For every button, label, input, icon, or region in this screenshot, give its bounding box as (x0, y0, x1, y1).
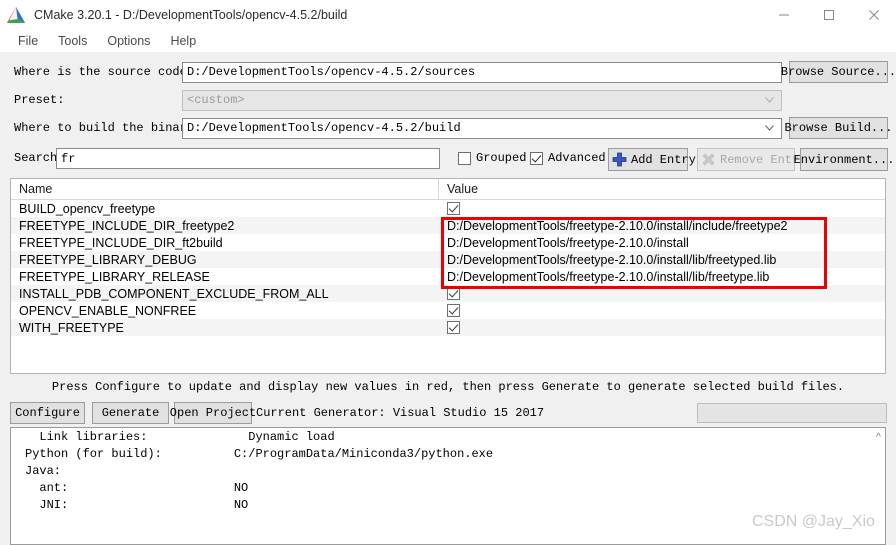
environment-button[interactable]: Environment... (794, 148, 894, 171)
add-entry-button[interactable]: Add Entry (608, 148, 696, 171)
value-checkbox[interactable] (447, 304, 460, 317)
preset-label: Preset: (14, 93, 65, 107)
cell-name: WITH_FREETYPE (19, 320, 124, 335)
action-bar: Configure Generate Open Project Current … (0, 402, 896, 424)
search-input[interactable]: fr (56, 148, 440, 169)
preset-row: Preset: <custom> (0, 88, 896, 112)
window-title: CMake 3.20.1 - D:/DevelopmentTools/openc… (34, 8, 348, 22)
build-value: D:/DevelopmentTools/opencv-4.5.2/build (187, 121, 461, 135)
cell-name: INSTALL_PDB_COMPONENT_EXCLUDE_FROM_ALL (19, 286, 329, 301)
cell-name: FREETYPE_LIBRARY_RELEASE (19, 269, 210, 284)
table-row[interactable]: OPENCV_ENABLE_NONFREE (11, 302, 885, 319)
maximize-icon[interactable] (806, 0, 851, 30)
remove-x-icon (701, 152, 716, 167)
table-row[interactable]: FREETYPE_LIBRARY_RELEASE D:/DevelopmentT… (11, 268, 885, 285)
log-content: Link libraries: Dynamic load Python (for… (11, 428, 885, 514)
open-project-button[interactable]: Open Project (170, 402, 256, 424)
cell-value[interactable] (438, 287, 885, 300)
checkbox-box (530, 151, 543, 165)
menu-item-options[interactable]: Options (97, 32, 160, 50)
generate-button[interactable]: Generate (92, 402, 169, 424)
cell-value[interactable]: D:/DevelopmentTools/freetype-2.10.0/inst… (438, 253, 885, 267)
cell-name: FREETYPE_LIBRARY_DEBUG (19, 252, 197, 267)
remove-entry-button: Remove Entry (697, 148, 806, 171)
grouped-label: Grouped (476, 151, 527, 165)
table-row[interactable]: INSTALL_PDB_COMPONENT_EXCLUDE_FROM_ALL (11, 285, 885, 302)
column-header-value[interactable]: Value (438, 179, 885, 200)
cell-value[interactable]: D:/DevelopmentTools/freetype-2.10.0/inst… (438, 270, 885, 284)
value-checkbox[interactable] (447, 321, 460, 334)
progress-bar (697, 403, 887, 423)
log-line: Python (for build): C:/ProgramData/Minic… (25, 447, 494, 461)
table-row[interactable]: BUILD_opencv_freetype (11, 200, 885, 217)
cell-value[interactable] (438, 304, 885, 317)
cell-name: FREETYPE_INCLUDE_DIR_ft2build (19, 235, 223, 250)
table-header: Name Value (11, 179, 885, 200)
build-row: Where to build the binaries: D:/Developm… (0, 116, 896, 140)
table-row[interactable]: FREETYPE_INCLUDE_DIR_freetype2 D:/Develo… (11, 217, 885, 234)
cache-entries-table[interactable]: Name Value BUILD_opencv_freetype FREETYP… (10, 178, 886, 374)
table-row[interactable]: FREETYPE_INCLUDE_DIR_ft2build D:/Develop… (11, 234, 885, 251)
menu-item-tools[interactable]: Tools (48, 32, 97, 50)
grouped-checkbox[interactable]: Grouped (458, 151, 526, 165)
table-row[interactable]: WITH_FREETYPE (11, 319, 885, 336)
checkbox-box (458, 151, 471, 165)
browse-build-button[interactable]: Browse Build... (784, 117, 893, 139)
value-checkbox[interactable] (447, 287, 460, 300)
chevron-up-icon[interactable]: ^ (876, 432, 881, 443)
log-line: JNI: NO (25, 498, 249, 512)
plus-icon (612, 152, 627, 167)
log-line: Link libraries: Dynamic load (25, 430, 335, 444)
browse-source-button[interactable]: Browse Source... (781, 61, 896, 83)
watermark: CSDN @Jay_Xio (752, 513, 875, 530)
preset-combo[interactable]: <custom> (182, 89, 782, 111)
cell-value[interactable]: D:/DevelopmentTools/freetype-2.10.0/inst… (438, 236, 885, 250)
current-generator-label: Current Generator: Visual Studio 15 2017 (256, 406, 545, 420)
log-line: Java: (25, 464, 62, 478)
configure-hint: Press Configure to update and display ne… (51, 380, 845, 394)
window-controls (761, 0, 896, 30)
cell-value[interactable] (438, 202, 885, 215)
configure-button[interactable]: Configure (10, 402, 85, 424)
add-entry-label: Add Entry (631, 152, 696, 167)
cache-toolbar: Search: fr Grouped Advanced Add Entry Re… (0, 147, 896, 318)
cell-name: BUILD_opencv_freetype (19, 201, 156, 216)
menu-item-help[interactable]: Help (160, 32, 206, 50)
log-line: ant: NO (25, 481, 249, 495)
cmake-logo-icon (6, 6, 26, 24)
preset-value: <custom> (187, 93, 245, 107)
advanced-label: Advanced (548, 151, 606, 165)
source-input[interactable]: D:/DevelopmentTools/opencv-4.5.2/sources (182, 61, 782, 83)
menu-item-file[interactable]: File (8, 32, 48, 50)
close-icon[interactable] (851, 0, 896, 30)
value-checkbox[interactable] (447, 202, 460, 215)
title-bar: CMake 3.20.1 - D:/DevelopmentTools/openc… (0, 0, 896, 30)
build-input[interactable]: D:/DevelopmentTools/opencv-4.5.2/build (182, 117, 782, 139)
cell-name: OPENCV_ENABLE_NONFREE (19, 303, 197, 318)
menu-bar: File Tools Options Help (0, 30, 896, 52)
column-header-name[interactable]: Name (11, 179, 438, 200)
chevron-down-icon (761, 119, 777, 138)
table-row[interactable]: FREETYPE_LIBRARY_DEBUG D:/DevelopmentToo… (11, 251, 885, 268)
cell-value[interactable] (438, 321, 885, 334)
chevron-down-icon (761, 91, 777, 110)
advanced-checkbox[interactable]: Advanced (530, 151, 606, 165)
cell-name: FREETYPE_INCLUDE_DIR_freetype2 (19, 218, 235, 233)
source-row: Where is the source code: D:/Development… (0, 60, 896, 84)
source-label: Where is the source code: (14, 65, 195, 79)
cell-value[interactable]: D:/DevelopmentTools/freetype-2.10.0/inst… (438, 219, 885, 233)
cmake-gui-window: CMake 3.20.1 - D:/DevelopmentTools/openc… (0, 0, 896, 545)
minimize-icon[interactable] (761, 0, 806, 30)
